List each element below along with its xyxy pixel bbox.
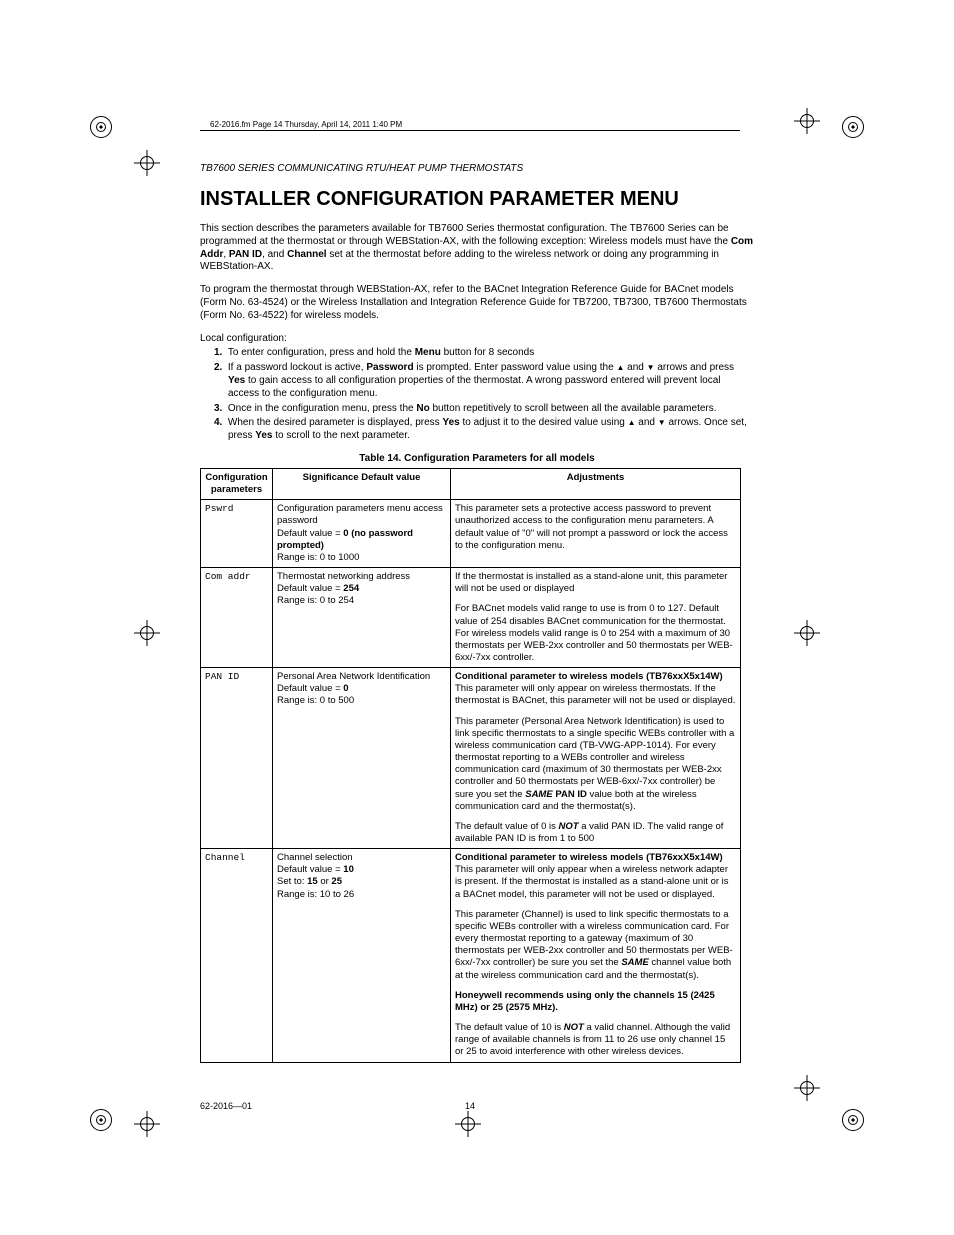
step-2: 2. If a password lockout is active, Pass… (214, 362, 754, 400)
table-caption: Table 14. Configuration Parameters for a… (200, 453, 754, 464)
param-name: Pswrd (201, 500, 273, 568)
registration-mark-icon (90, 1109, 112, 1131)
table-row: Pswrd Configuration parameters menu acce… (201, 500, 741, 568)
param-adjustments: Conditional parameter to wireless models… (451, 849, 741, 1062)
param-name: Channel (201, 849, 273, 1062)
intro-paragraph-2: To program the thermostat through WEBSta… (200, 284, 754, 322)
crop-cross-icon (134, 150, 160, 176)
down-arrow-icon: ▼ (658, 418, 666, 427)
top-rule (200, 130, 740, 131)
crop-cross-icon (134, 1111, 160, 1137)
registration-mark-icon (90, 116, 112, 138)
table-row: Com addr Thermostat networking address D… (201, 568, 741, 668)
down-arrow-icon: ▼ (647, 363, 655, 372)
param-significance: Personal Area Network Identification Def… (273, 668, 451, 849)
local-config-label: Local configuration: (200, 333, 754, 346)
step-4: 4. When the desired parameter is display… (214, 417, 754, 443)
page-heading: INSTALLER CONFIGURATION PARAMETER MENU (200, 188, 754, 211)
step-3: 3. Once in the configuration menu, press… (214, 403, 754, 416)
crop-cross-icon (794, 1075, 820, 1101)
param-adjustments: If the thermostat is installed as a stan… (451, 568, 741, 668)
col-header-adjustments: Adjustments (451, 468, 741, 499)
param-adjustments: Conditional parameter to wireless models… (451, 668, 741, 849)
param-adjustments: This parameter sets a protective access … (451, 500, 741, 568)
registration-mark-icon (842, 1109, 864, 1131)
config-parameters-table: Configuration parameters Significance De… (200, 468, 741, 1063)
col-header-param: Configuration parameters (201, 468, 273, 499)
doc-number: 62-2016—01 (200, 1101, 252, 1111)
table-header-row: Configuration parameters Significance De… (201, 468, 741, 499)
intro-paragraph-1: This section describes the parameters av… (200, 223, 754, 274)
local-config-steps: 1. To enter configuration, press and hol… (200, 347, 754, 443)
param-name: Com addr (201, 568, 273, 668)
crop-cross-icon (134, 620, 160, 646)
page: 62-2016.fm Page 14 Thursday, April 14, 2… (0, 0, 954, 1181)
printers-note: 62-2016.fm Page 14 Thursday, April 14, 2… (210, 120, 402, 129)
param-significance: Configuration parameters menu access pas… (273, 500, 451, 568)
table-row: PAN ID Personal Area Network Identificat… (201, 668, 741, 849)
step-1: 1. To enter configuration, press and hol… (214, 347, 754, 360)
crop-cross-icon (794, 108, 820, 134)
param-significance: Thermostat networking address Default va… (273, 568, 451, 668)
param-name: PAN ID (201, 668, 273, 849)
crop-cross-icon (455, 1111, 481, 1137)
registration-mark-icon (842, 116, 864, 138)
running-head: TB7600 SERIES COMMUNICATING RTU/HEAT PUM… (200, 163, 754, 174)
page-number: 14 (465, 1101, 475, 1111)
up-arrow-icon: ▲ (628, 418, 636, 427)
col-header-significance: Significance Default value (273, 468, 451, 499)
param-significance: Channel selection Default value = 10 Set… (273, 849, 451, 1062)
table-row: Channel Channel selection Default value … (201, 849, 741, 1062)
crop-cross-icon (794, 620, 820, 646)
